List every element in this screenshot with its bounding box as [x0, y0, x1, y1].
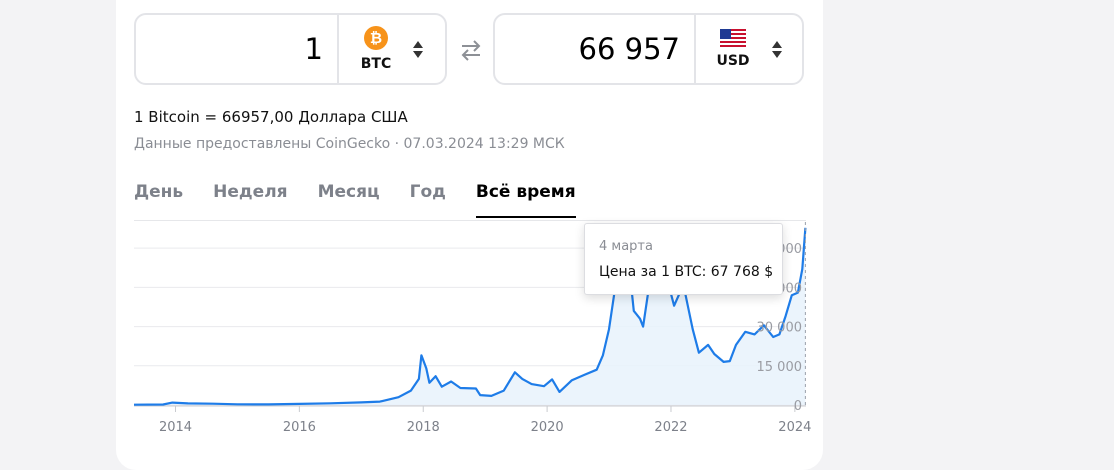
y-tick-label: 15 000 — [757, 360, 803, 375]
x-tick-label: 2014 — [159, 420, 192, 435]
y-tick-label: 0 — [794, 399, 802, 414]
x-tick-label: 2016 — [283, 420, 316, 435]
x-tick-label: 2018 — [407, 420, 440, 435]
price-chart: 201420162018202020222024015 00030 00045 … — [133, 222, 811, 435]
chart-tooltip: 4 марта Цена за 1 BTC: 67 768 $ — [584, 223, 783, 295]
tooltip-price: Цена за 1 BTC: 67 768 $ — [599, 264, 774, 280]
y-tick-label: 30 000 — [757, 321, 803, 336]
x-tick-label: 2024 — [778, 420, 811, 435]
tooltip-date: 4 марта — [599, 239, 653, 254]
x-tick-label: 2022 — [654, 420, 687, 435]
x-tick-label: 2020 — [531, 420, 564, 435]
